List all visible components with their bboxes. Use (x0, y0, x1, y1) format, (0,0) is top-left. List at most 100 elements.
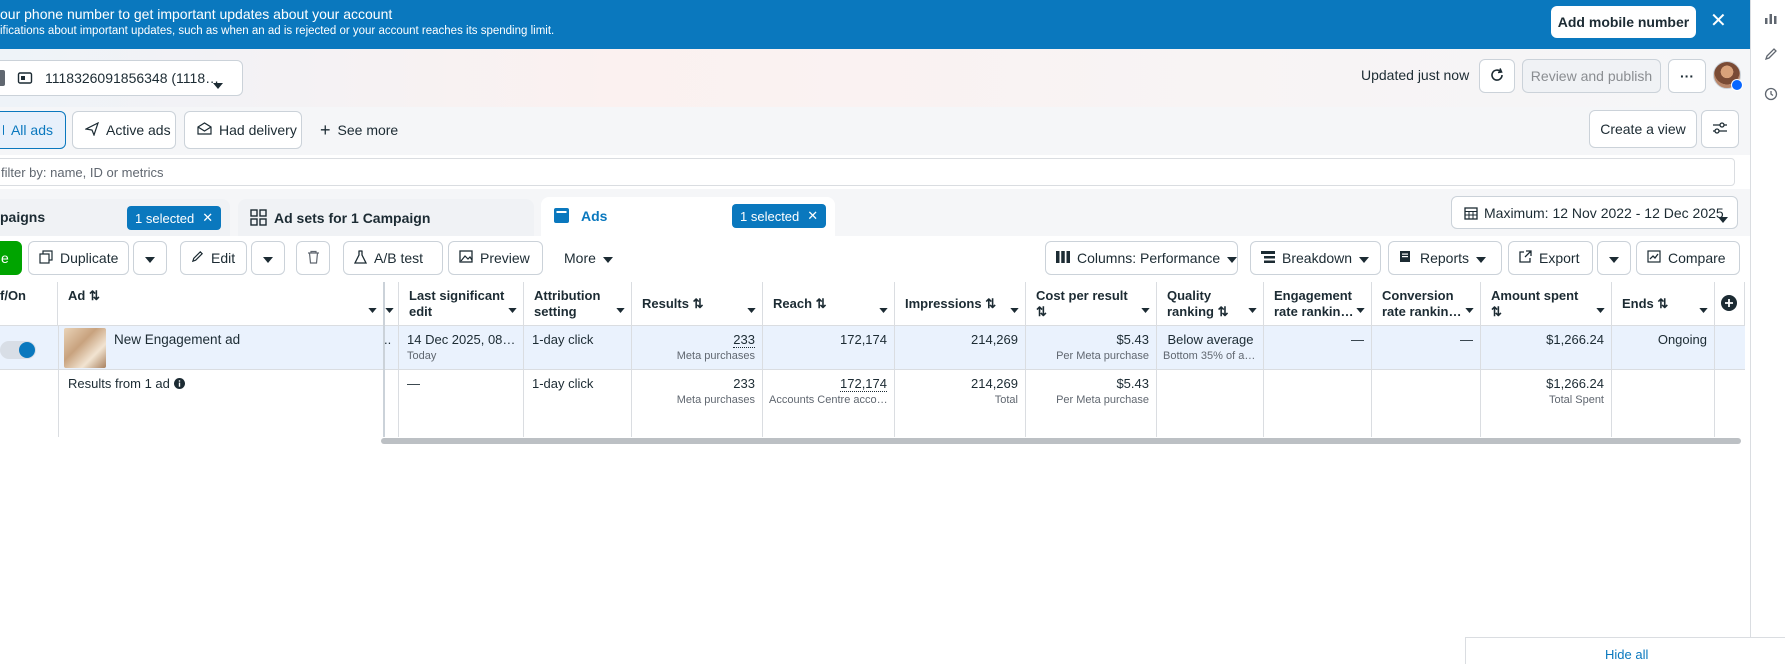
column-divider (762, 326, 763, 437)
chevron-down-icon[interactable] (747, 301, 756, 317)
close-icon[interactable]: ✕ (1710, 10, 1727, 32)
column-header-amount-spent[interactable]: Amount spent ⇅ (1481, 282, 1612, 326)
tab-campaigns-label: paigns (0, 209, 46, 225)
delete-button[interactable] (296, 241, 330, 275)
create-button[interactable]: e (0, 241, 22, 275)
reports-dropdown[interactable]: Reports (1388, 241, 1502, 275)
chevron-down-icon[interactable] (1356, 301, 1365, 317)
right-rail (1750, 0, 1790, 664)
chevron-down-icon[interactable] (385, 301, 394, 317)
tab-campaigns[interactable]: paigns 1 selected ✕ (0, 199, 230, 236)
chevron-down-icon[interactable] (368, 301, 377, 317)
sort-icon[interactable]: ⇅ (693, 296, 704, 311)
edit-button[interactable]: Edit (180, 241, 247, 275)
breakdown-dropdown[interactable]: Breakdown (1250, 241, 1381, 275)
create-view-button[interactable]: Create a view (1589, 110, 1697, 148)
chevron-down-icon[interactable] (1596, 301, 1605, 317)
chevron-down-icon[interactable] (1010, 301, 1019, 317)
customize-view-button[interactable] (1701, 110, 1739, 148)
account-selector[interactable]: 1118326091856348 (1118… (0, 60, 243, 96)
column-header-ends[interactable]: Ends ⇅ (1612, 282, 1715, 326)
see-more-button[interactable]: + See more (308, 111, 410, 149)
add-mobile-number-button[interactable]: Add mobile number (1551, 6, 1696, 38)
cost-per-result-cell: $5.43 Per Meta purchase (1026, 326, 1155, 370)
search-filter-bar[interactable] (0, 158, 1735, 186)
column-header-offon[interactable]: f/On (0, 282, 58, 326)
column-label: Quality (1167, 288, 1212, 303)
pencil-icon[interactable] (1759, 42, 1783, 66)
date-range-picker[interactable]: Maximum: 12 Nov 2022 - 12 Dec 2025 (1451, 196, 1738, 229)
column-header-cost-per-result[interactable]: Cost per result ⇅ (1026, 282, 1157, 326)
more-options-button[interactable]: ··· (1668, 59, 1706, 93)
chevron-down-icon[interactable] (1141, 301, 1150, 317)
search-input[interactable] (1, 161, 1701, 183)
export-dropdown[interactable] (1597, 241, 1631, 275)
conversion-ranking-cell: — (1460, 332, 1473, 347)
status-toggle[interactable] (0, 333, 44, 371)
tab-ads[interactable]: Ads 1 selected ✕ (541, 197, 835, 236)
chevron-down-icon (602, 250, 613, 266)
ads-selected-badge[interactable]: 1 selected ✕ (732, 204, 827, 228)
column-header-reach[interactable]: Reach ⇅ (763, 282, 895, 326)
review-publish-button[interactable]: Review and publish (1522, 59, 1661, 93)
summary-last-edit: — (407, 376, 420, 391)
column-header-quality-ranking[interactable]: Quality ranking ⇅ (1157, 282, 1264, 326)
campaigns-selected-badge[interactable]: 1 selected ✕ (127, 206, 222, 230)
banner-title: our phone number to get important update… (0, 6, 393, 22)
summary-results-value: 233 (733, 376, 755, 391)
filter-all-ads[interactable]: All ads (0, 111, 66, 149)
sort-icon[interactable]: ⇅ (985, 296, 996, 311)
chart-icon[interactable] (1759, 6, 1783, 30)
export-button[interactable]: Export (1508, 241, 1593, 275)
sort-icon[interactable]: ⇅ (89, 288, 100, 303)
columns-icon (1056, 250, 1070, 266)
more-actions-button[interactable]: More (554, 241, 623, 275)
duplicate-dropdown[interactable] (133, 241, 167, 275)
ad-name-link[interactable]: New Engagement ad (108, 326, 246, 354)
add-column-button[interactable] (1715, 282, 1745, 326)
ab-test-button[interactable]: A/B test (343, 241, 443, 275)
sort-icon[interactable]: ⇅ (816, 296, 827, 311)
sort-icon[interactable]: ⇅ (1491, 304, 1601, 320)
clock-icon[interactable] (1759, 82, 1783, 106)
duplicate-button[interactable]: Duplicate (28, 241, 129, 275)
sort-icon[interactable]: ⇅ (1218, 304, 1229, 319)
column-divider (894, 326, 895, 437)
filter-had-delivery[interactable]: Had delivery (184, 111, 302, 149)
info-icon[interactable] (173, 376, 185, 391)
export-label: Export (1539, 250, 1580, 266)
clear-selection-icon[interactable]: ✕ (807, 208, 818, 224)
chevron-down-icon[interactable] (1248, 301, 1257, 317)
column-header-engagement-ranking[interactable]: Engagement rate rankin… (1264, 282, 1372, 326)
refresh-button[interactable] (1479, 59, 1515, 93)
results-value[interactable]: 233 (733, 332, 755, 348)
filter-active-ads[interactable]: Active ads (72, 111, 176, 149)
column-header-conversion-ranking[interactable]: Conversion rate rankin… (1372, 282, 1481, 326)
hide-all-link[interactable]: Hide all (1605, 647, 1648, 662)
horizontal-scrollbar[interactable] (381, 438, 1741, 444)
clear-selection-icon[interactable]: ✕ (202, 210, 213, 226)
sort-icon[interactable]: ⇅ (1036, 304, 1146, 320)
columns-dropdown[interactable]: Columns: Performance (1045, 241, 1238, 275)
column-label: setting (534, 304, 577, 319)
chevron-down-icon[interactable] (508, 301, 517, 317)
column-header-truncated[interactable] (384, 282, 399, 326)
chevron-down-icon[interactable] (616, 301, 625, 317)
preview-button[interactable]: Preview (448, 241, 543, 275)
chevron-down-icon[interactable] (1465, 301, 1474, 317)
column-header-ad[interactable]: Ad ⇅ (58, 282, 384, 326)
column-header-impressions[interactable]: Impressions ⇅ (895, 282, 1026, 326)
column-header-results[interactable]: Results ⇅ (632, 282, 763, 326)
chevron-down-icon[interactable] (1699, 301, 1708, 317)
column-header-last-edit[interactable]: Last significant edit (399, 282, 524, 326)
last-edit-value: 14 Dec 2025, 08… (407, 332, 516, 347)
quality-sub: Bottom 35% of a… (1163, 350, 1256, 362)
tab-adsets[interactable]: Ad sets for 1 Campaign (238, 199, 534, 236)
summary-reach-value[interactable]: 172,174 (840, 376, 887, 392)
column-header-attribution[interactable]: Attribution setting (524, 282, 632, 326)
avatar[interactable] (1713, 61, 1743, 91)
compare-button[interactable]: Compare (1636, 241, 1740, 275)
chevron-down-icon[interactable] (879, 301, 888, 317)
sort-icon[interactable]: ⇅ (1657, 296, 1668, 311)
edit-dropdown[interactable] (251, 241, 285, 275)
